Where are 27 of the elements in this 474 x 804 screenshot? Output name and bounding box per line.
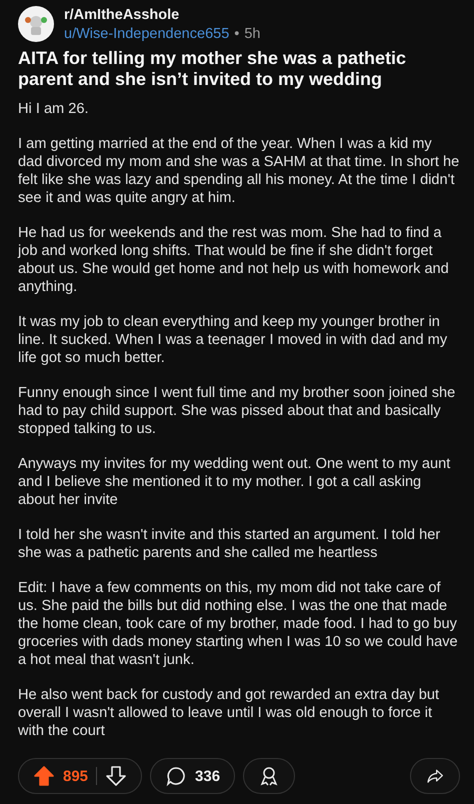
body-paragraph: He also went back for custody and got rewarded an extra day but overall I wasn't allowed to leave until I was old enough to force it with the court xyxy=(18,686,440,740)
downvote-button[interactable] xyxy=(105,765,128,787)
down-arrow-icon xyxy=(106,766,126,786)
vote-score: 895 xyxy=(63,768,88,784)
post-age: 5h xyxy=(244,26,260,42)
share-button[interactable] xyxy=(410,758,460,794)
body-paragraph: Edit: I have a few comments on this, my mom did not take care of us. She paid the bills but did nothing else. I was the one that made the home clean, took care of my brother, made food. I had to go buy groceries with dads money starting when I was 10 so we could have a hot meal that wasn't junk. xyxy=(18,579,459,669)
body-paragraph: Hi I am 26. xyxy=(18,100,90,118)
body-paragraph: It was my job to clean everything and keep my younger brother in line. It sucked. When I was a teenager I moved in with dad and my life got so much better. xyxy=(18,313,448,367)
body-paragraph: I am getting married at the end of the year. When I was a kid my dad divorced my mom and she was a SAHM at that time. In short he felt like she was lazy and spending all his money. At the time I didn't see it and was quite angry at him. xyxy=(18,135,460,207)
separator-dot: • xyxy=(234,26,240,42)
award-icon xyxy=(260,767,278,786)
subreddit-avatar[interactable] xyxy=(18,6,54,42)
upvote-button[interactable] xyxy=(33,765,55,787)
body-paragraph: Funny enough since I went full time and my brother soon joined she had to pay child support. She was pissed about that and basically stopped talking to us. xyxy=(18,384,456,438)
up-arrow-icon xyxy=(34,766,54,786)
body-paragraph: He had us for weekends and the rest was mom. She had to find a job and worked long shifts. That would be fine if she didn't forget about us. She would get home and not help us with homework and anything. xyxy=(18,224,450,296)
subreddit-name[interactable]: r/AmItheAsshole xyxy=(64,6,260,22)
speech-bubble-icon xyxy=(167,767,185,785)
body-paragraph: I told her she wasn't invite and this started an argument. I told her she was a pathetic parents and she called me heartless xyxy=(18,526,442,562)
award-button[interactable] xyxy=(243,758,296,794)
post-title: AITA for telling my mother she was a pathetic parent and she isn’t invited to my wedding xyxy=(18,48,408,90)
share-icon xyxy=(427,770,443,783)
mascot-icon xyxy=(25,16,47,35)
author-link[interactable]: u/Wise-Independence655 xyxy=(64,26,230,42)
comments-button[interactable]: 336 xyxy=(150,758,236,794)
body-paragraph: Anyways my invites for my wedding went out. One went to my aunt and I believe she mentioned it to my mother. I got a call asking about her invite xyxy=(18,455,452,509)
